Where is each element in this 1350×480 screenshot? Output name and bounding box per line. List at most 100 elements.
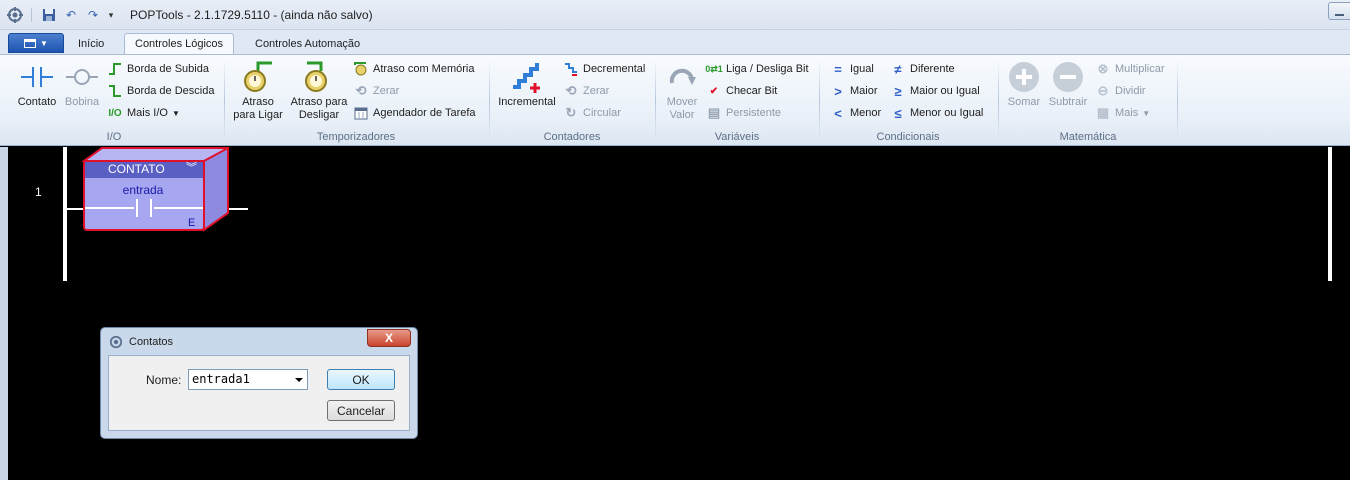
customize-qa-icon[interactable]: ▾ <box>104 7 118 23</box>
liga-desliga-bit-button[interactable]: 0⇄1 Liga / Desliga Bit <box>705 60 809 78</box>
menor-igual-button[interactable]: ≤ Menor ou Igual <box>890 104 983 122</box>
mais-math-label: Mais <box>1115 107 1139 119</box>
liga-desliga-label: Liga / Desliga Bit <box>726 63 809 75</box>
contato-label: Contato <box>17 96 57 108</box>
ribbon-tab-bar: ▼ Início Controles Lógicos Controles Aut… <box>0 30 1350 54</box>
group-separator <box>224 61 225 141</box>
atraso-ligar-label-1: Atraso <box>242 96 274 108</box>
maior-button[interactable]: > Maior <box>830 82 878 100</box>
undo-icon[interactable]: ↶ <box>62 7 80 23</box>
divide-icon: ⊖ <box>1097 83 1109 98</box>
mais-io-button[interactable]: I/O Mais I/O ▼ <box>107 104 180 122</box>
group-label-condicionais: Condicionais <box>876 131 940 143</box>
falling-edge-icon <box>107 83 123 99</box>
borda-subida-button[interactable]: Borda de Subida <box>107 60 209 78</box>
multiplicar-label: Multiplicar <box>1115 63 1165 75</box>
redo-icon[interactable]: ↷ <box>84 7 102 23</box>
calendar-icon <box>353 105 369 121</box>
borda-descida-button[interactable]: Borda de Descida <box>107 82 214 100</box>
bobina-button[interactable]: Bobina <box>60 61 104 109</box>
dialog-body: Nome: entrada1 OK Cancelar <box>108 355 410 431</box>
atraso-ligar-label-2: para Ligar <box>233 109 283 121</box>
persistente-button[interactable]: ▤ Persistente <box>706 104 781 122</box>
left-power-rail <box>63 147 67 281</box>
diferente-button[interactable]: ≠ Diferente <box>890 60 955 78</box>
group-separator <box>819 61 820 141</box>
chevron-double-down-icon[interactable]: ︾ <box>186 161 200 177</box>
contato-button[interactable]: Contato <box>12 61 62 109</box>
check-bit-icon: ✔ <box>709 85 719 97</box>
incremental-label: Incremental <box>498 96 556 108</box>
checar-bit-button[interactable]: ✔ Checar Bit <box>706 82 778 100</box>
app-icon <box>109 335 123 349</box>
subtrair-label: Subtrair <box>1048 96 1088 108</box>
nome-combobox[interactable]: entrada1 <box>188 369 308 390</box>
atraso-memoria-button[interactable]: Atraso com Memória <box>353 60 474 78</box>
decremental-label: Decremental <box>583 63 646 75</box>
app-icon[interactable] <box>6 7 24 23</box>
atraso-memoria-label: Atraso com Memória <box>373 63 475 75</box>
mais-io-label: Mais I/O <box>127 107 168 119</box>
group-label-io: I/O <box>106 131 122 143</box>
mais-math-button[interactable]: ▦ Mais ▼ <box>1095 104 1150 122</box>
borda-subida-label: Borda de Subida <box>127 63 209 75</box>
atraso-ligar-button[interactable]: Atraso para Ligar <box>229 61 287 122</box>
tab-inicio[interactable]: Início <box>68 33 114 54</box>
nome-label: Nome: <box>146 373 182 387</box>
maior-igual-label: Maior ou Igual <box>910 85 980 97</box>
less-equal-icon: ≤ <box>894 105 902 121</box>
counter-up-icon <box>511 61 543 93</box>
menor-label: Menor <box>850 107 882 119</box>
somar-label: Somar <box>1007 96 1041 108</box>
group-separator <box>998 61 999 141</box>
minimize-button[interactable] <box>1328 2 1350 20</box>
close-button[interactable]: X <box>367 329 411 347</box>
timer-on-icon <box>242 61 274 93</box>
group-label-temporizadores: Temporizadores <box>316 131 396 143</box>
file-menu-button[interactable]: ▼ <box>8 33 64 53</box>
maior-igual-button[interactable]: ≥ Maior ou Igual <box>890 82 980 100</box>
subtrair-button[interactable]: Subtrair <box>1044 61 1092 109</box>
contact-block[interactable]: CONTATO ︾ entrada E <box>82 147 230 233</box>
zerar-counter-button[interactable]: ⟲ Zerar <box>563 82 610 100</box>
atraso-desligar-button[interactable]: Atraso para Desligar <box>286 61 352 122</box>
atraso-desligar-label-1: Atraso para <box>290 96 348 108</box>
multiplicar-button[interactable]: ⊗ Multiplicar <box>1095 60 1165 78</box>
chevron-down-icon: ▼ <box>171 108 180 118</box>
zerar-timer-button[interactable]: ⟲ Zerar <box>353 82 400 100</box>
io-icon: I/O <box>108 107 122 119</box>
decremental-button[interactable]: Decremental <box>563 60 645 78</box>
chevron-down-icon: ▼ <box>40 38 48 48</box>
incremental-button[interactable]: Incremental <box>494 61 560 109</box>
persistente-label: Persistente <box>726 107 782 119</box>
diferente-label: Diferente <box>910 63 955 75</box>
tab-controles-automacao[interactable]: Controles Automação <box>245 33 370 54</box>
menor-button[interactable]: < Menor <box>830 104 881 122</box>
chevron-down-icon: ▼ <box>1142 108 1151 118</box>
right-power-rail <box>1328 147 1332 281</box>
cancel-button[interactable]: Cancelar <box>327 400 395 421</box>
ok-button[interactable]: OK <box>327 369 395 390</box>
group-separator <box>1177 61 1178 141</box>
timer-memory-icon <box>353 61 369 77</box>
group-separator <box>655 61 656 141</box>
dividir-label: Dividir <box>1115 85 1146 97</box>
dropdown-arrow-icon[interactable] <box>295 378 303 382</box>
circular-button[interactable]: ↻ Circular <box>563 104 621 122</box>
dividir-button[interactable]: ⊖ Dividir <box>1095 82 1146 100</box>
mover-valor-button[interactable]: Mover Valor <box>660 61 704 122</box>
menu-icon <box>24 38 37 48</box>
somar-button[interactable]: Somar <box>1004 61 1044 109</box>
qa-separator <box>31 8 32 22</box>
save-icon[interactable] <box>40 7 58 23</box>
maior-label: Maior <box>850 85 878 97</box>
agendador-button[interactable]: Agendador de Tarefa <box>353 104 476 122</box>
not-equal-icon: ≠ <box>894 61 902 77</box>
rung-number: 1 <box>35 185 42 199</box>
group-label-matematica: Matemática <box>1059 131 1117 143</box>
tab-controles-logicos[interactable]: Controles Lógicos <box>124 33 235 54</box>
igual-button[interactable]: = Igual <box>830 60 874 78</box>
borda-descida-label: Borda de Descida <box>127 85 215 97</box>
contact-icon <box>21 61 53 93</box>
multiply-icon: ⊗ <box>1097 61 1109 76</box>
